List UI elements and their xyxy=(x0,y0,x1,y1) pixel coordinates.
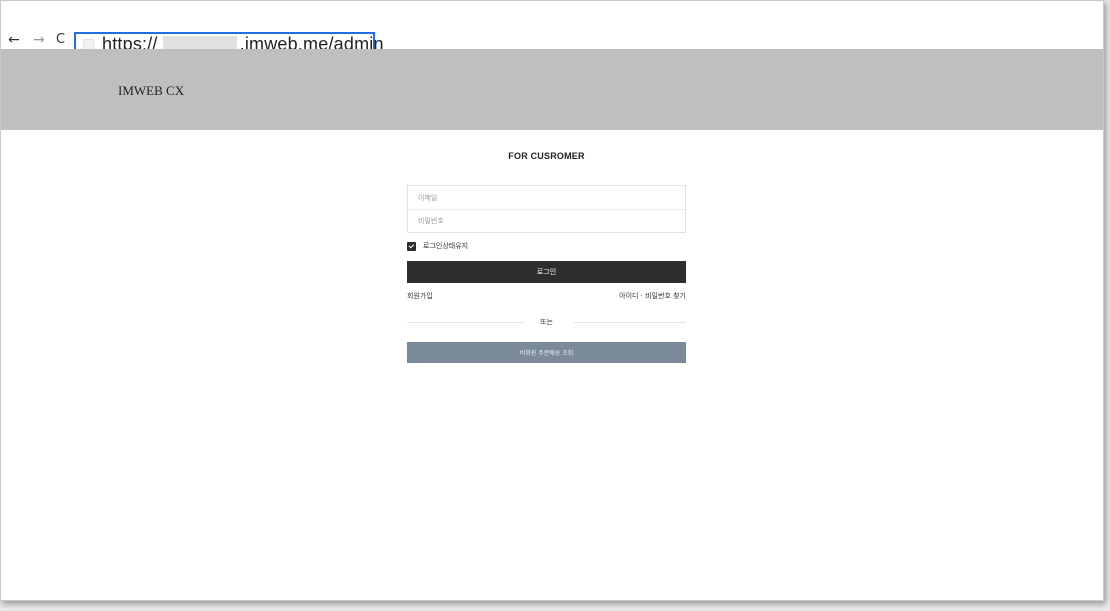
browser-toolbar: ← → C https://.imweb.me/admin xyxy=(1,1,1103,56)
account-links: 회원가입 아이디 · 비밀번호 찾기 xyxy=(407,291,686,301)
login-button[interactable]: 로그인 xyxy=(407,261,686,283)
credential-fields xyxy=(407,185,686,233)
find-id-password-link[interactable]: 아이디 · 비밀번호 찾기 xyxy=(619,291,686,301)
keep-logged-in-checkbox[interactable] xyxy=(407,241,416,251)
back-arrow-icon[interactable]: ← xyxy=(8,32,20,48)
keep-logged-in-label[interactable]: 로그인상태유지 xyxy=(423,241,468,251)
guest-order-lookup-button[interactable]: 비회원 주문배송 조회 xyxy=(407,342,686,363)
keep-logged-in[interactable]: 로그인상태유지 xyxy=(407,241,468,251)
or-divider: 또는 xyxy=(407,317,686,327)
login-title: FOR CUSROMER xyxy=(508,151,585,161)
browser-window: ← → C https://.imweb.me/admin IMWEB CX F… xyxy=(0,0,1104,601)
signup-link[interactable]: 회원가입 xyxy=(407,291,433,301)
reload-icon[interactable]: C xyxy=(56,32,65,48)
divider-line-right xyxy=(574,322,686,323)
password-field[interactable] xyxy=(408,209,685,232)
login-form: FOR CUSROMER 로그인상태유지 로그인 회원가입 아이디 · 비밀번호… xyxy=(407,150,686,363)
site-logo[interactable]: IMWEB CX xyxy=(118,83,184,99)
email-field[interactable] xyxy=(408,186,685,209)
site-header: IMWEB CX xyxy=(1,49,1103,130)
forward-arrow-icon[interactable]: → xyxy=(33,32,45,48)
